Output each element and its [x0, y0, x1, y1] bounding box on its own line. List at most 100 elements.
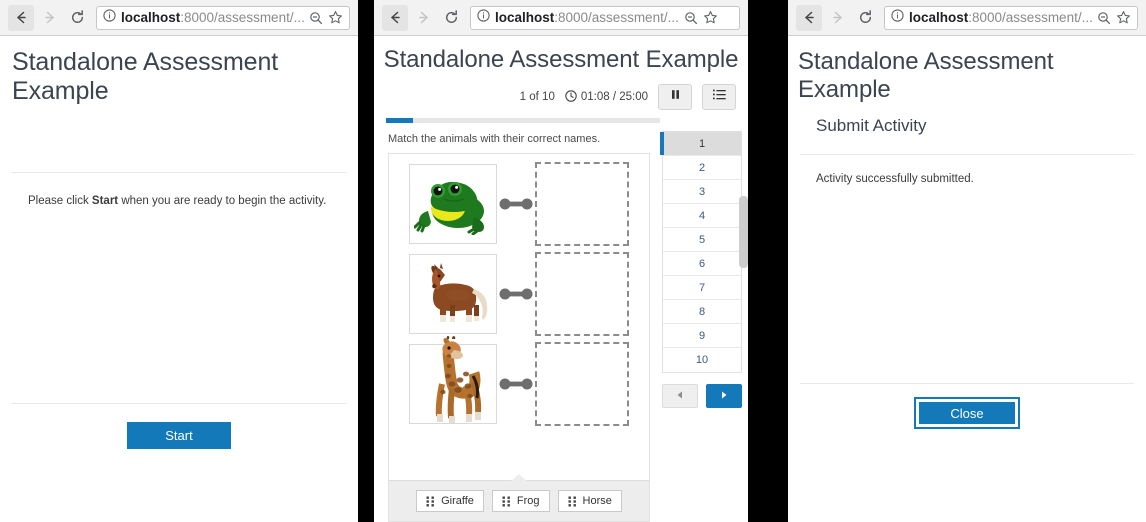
- question-pane: Match the animals with their correct nam…: [374, 123, 660, 522]
- back-button[interactable]: [382, 4, 408, 31]
- question-nav-item[interactable]: 9: [663, 324, 741, 348]
- question-nav-label: 10: [695, 354, 709, 366]
- drop-zone[interactable]: [535, 342, 629, 426]
- arrow-left-icon: [801, 9, 818, 26]
- reload-button[interactable]: [64, 5, 90, 31]
- address-bar[interactable]: localhost:8000/assessment/...: [96, 5, 350, 30]
- giraffe-image: [409, 336, 497, 424]
- instruction-emphasis: Start: [91, 195, 119, 207]
- match-area: [389, 154, 649, 480]
- question-card: Giraffe Frog Horse: [388, 153, 650, 522]
- arrow-left-icon: [387, 9, 404, 26]
- question-nav-label: 4: [698, 209, 706, 222]
- page-subtitle: Submit Activity: [816, 116, 927, 135]
- zoom-out-icon[interactable]: [1097, 11, 1111, 25]
- page-title: Standalone Assessment Example: [12, 48, 279, 105]
- horse-image: [409, 254, 497, 334]
- match-connector: [497, 377, 535, 391]
- start-button[interactable]: Start: [127, 422, 231, 449]
- page-content-1: Standalone Assessment Example Please cli…: [0, 36, 358, 522]
- answer-token[interactable]: Horse: [557, 490, 622, 512]
- forward-button[interactable]: [36, 5, 62, 31]
- arrow-right-icon: [41, 9, 58, 26]
- forward-button[interactable]: [410, 5, 436, 31]
- previous-question-button[interactable]: [662, 384, 698, 408]
- progress-row: [374, 114, 748, 123]
- star-icon[interactable]: [328, 10, 343, 25]
- question-prompt: Match the animals with their correct nam…: [388, 133, 601, 145]
- page-content-3: Standalone Assessment Example Submit Act…: [788, 36, 1146, 522]
- star-icon[interactable]: [703, 10, 718, 25]
- question-nav-item[interactable]: 10: [663, 348, 741, 372]
- navigation-controls: [662, 373, 742, 408]
- browser-toolbar-2: localhost:8000/assessment/...: [374, 0, 748, 36]
- screenshot-stage: localhost:8000/assessment/... Standalone…: [0, 0, 1146, 522]
- back-button[interactable]: [8, 4, 34, 31]
- address-bar-text: localhost:8000/assessment/...: [495, 10, 679, 25]
- assessment-toolbar: 1 of 10 01:08 / 25:00: [374, 74, 748, 114]
- question-nav-label: 5: [698, 233, 706, 246]
- reload-icon: [443, 9, 460, 26]
- back-button[interactable]: [796, 4, 822, 31]
- address-bar-text: localhost:8000/assessment/...: [909, 10, 1092, 25]
- start-instruction: Please click Start when you are ready to…: [0, 173, 358, 207]
- question-nav-item[interactable]: 8: [663, 300, 741, 324]
- page-content-2: Standalone Assessment Example 1 of 10 01…: [374, 36, 748, 522]
- reload-icon: [69, 9, 86, 26]
- answer-token-label: Horse: [582, 495, 612, 507]
- address-bar-text: localhost:8000/assessment/...: [121, 10, 304, 25]
- answer-token[interactable]: Frog: [491, 490, 550, 512]
- close-button[interactable]: Close: [914, 397, 1020, 429]
- timer-text: 01:08 / 25:00: [580, 91, 648, 103]
- triangle-right-icon: [719, 387, 729, 405]
- forward-button[interactable]: [824, 5, 850, 31]
- triangle-left-icon: [675, 387, 685, 405]
- answer-token-bar: Giraffe Frog Horse: [389, 474, 649, 521]
- question-nav-item[interactable]: 1: [660, 132, 741, 156]
- question-nav-label: 9: [698, 329, 706, 342]
- reload-button[interactable]: [852, 5, 878, 31]
- url-host: localhost: [909, 10, 969, 25]
- info-circle-icon: [103, 8, 116, 27]
- question-nav-label: 7: [698, 281, 706, 294]
- address-bar[interactable]: localhost:8000/assessment/...: [470, 5, 740, 30]
- question-nav-item[interactable]: 7: [663, 276, 741, 300]
- question-nav-item[interactable]: 3: [663, 180, 741, 204]
- timer: 01:08 / 25:00: [565, 89, 648, 105]
- url-path: :8000/assessment/...: [968, 10, 1092, 25]
- start-button-row: Start: [0, 404, 358, 449]
- question-nav-label: 2: [698, 161, 706, 174]
- question-nav-label: 3: [698, 185, 706, 198]
- answer-token-label: Frog: [516, 495, 540, 507]
- drop-zone[interactable]: [535, 252, 629, 336]
- zoom-out-icon[interactable]: [684, 11, 698, 25]
- instruction-suffix: when you are ready to begin the activity…: [118, 195, 327, 207]
- pause-icon: [669, 88, 682, 106]
- arrow-right-icon: [829, 9, 846, 26]
- pause-button[interactable]: [658, 84, 692, 110]
- clock-icon: [565, 89, 577, 105]
- info-circle-icon: [891, 8, 904, 27]
- browser-toolbar-1: localhost:8000/assessment/...: [0, 0, 358, 36]
- zoom-out-icon[interactable]: [309, 11, 323, 25]
- question-nav-item[interactable]: 4: [663, 204, 741, 228]
- url-path: :8000/assessment/...: [180, 10, 304, 25]
- reload-button[interactable]: [438, 5, 464, 31]
- question-nav-item[interactable]: 2: [663, 156, 741, 180]
- answer-token-label: Giraffe: [441, 495, 474, 507]
- next-question-button[interactable]: [706, 384, 742, 408]
- drop-zone[interactable]: [535, 162, 629, 246]
- instruction-prefix: Please click: [28, 195, 92, 207]
- address-bar[interactable]: localhost:8000/assessment/...: [884, 5, 1138, 30]
- question-nav-item[interactable]: 5: [663, 228, 741, 252]
- question-nav-item[interactable]: 6: [663, 252, 741, 276]
- list-outline-icon: [712, 88, 727, 106]
- outline-button[interactable]: [702, 84, 736, 110]
- browser-toolbar-3: localhost:8000/assessment/...: [788, 0, 1146, 36]
- page-scrollbar[interactable]: [739, 196, 748, 268]
- star-icon[interactable]: [1116, 10, 1131, 25]
- assessment-body: Match the animals with their correct nam…: [374, 123, 748, 522]
- question-navigator: 1 2 3 4 5 6 7 8 9 10: [660, 131, 742, 373]
- close-button-row: Close: [788, 384, 1146, 429]
- answer-token[interactable]: Giraffe: [416, 490, 484, 512]
